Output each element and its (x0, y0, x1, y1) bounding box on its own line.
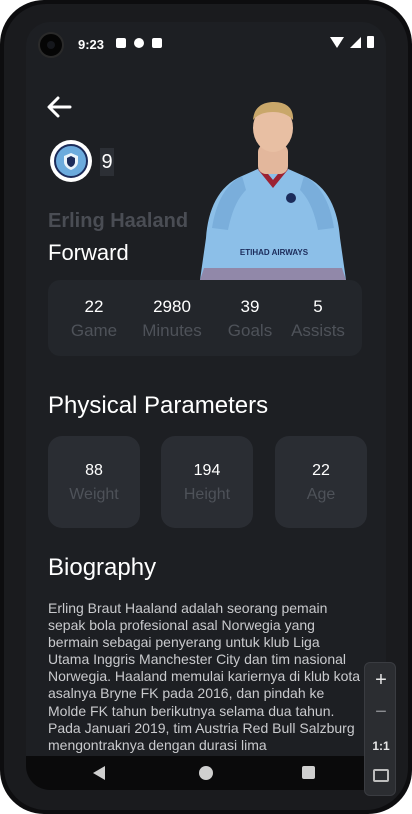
stat-value: 2980 (153, 297, 191, 316)
emulator-zoom-controls: + − 1:1 (364, 662, 396, 796)
biography-text: Erling Braut Haaland adalah seorang pema… (48, 600, 361, 753)
back-arrow-icon[interactable] (46, 96, 76, 122)
zoom-in-button[interactable]: + (365, 669, 397, 692)
param-label: Age (306, 486, 336, 503)
nav-recents-icon[interactable] (302, 766, 315, 779)
sd-card-icon (152, 38, 162, 48)
param-weight: 88 Weight (48, 436, 140, 528)
battery-icon (367, 36, 374, 48)
stat-assists: 5 Assists (284, 296, 352, 342)
biography-title: Biography (48, 554, 157, 581)
zoom-actual-size-button[interactable]: 1:1 (365, 739, 397, 753)
camera-cutout (38, 32, 64, 58)
player-position: Forward (48, 240, 129, 265)
phone-frame: 9:23 9 Erling Haaland Forward ETIHAD AIR… (0, 0, 412, 814)
param-label: Height (183, 486, 231, 503)
system-nav-bar (26, 756, 386, 790)
player-name: Erling Haaland (48, 210, 189, 232)
nav-back-icon[interactable] (93, 766, 105, 780)
player-photo: ETIHAD AIRWAYS (198, 98, 348, 280)
stat-value: 39 (240, 297, 260, 316)
param-value: 194 (193, 462, 221, 479)
crest-emblem (54, 144, 88, 178)
app-screen: 9:23 9 Erling Haaland Forward ETIHAD AIR… (26, 22, 386, 790)
status-icons (330, 36, 374, 48)
stats-card: 22 Game 2980 Minutes 39 Goals 5 Assists (48, 280, 362, 356)
cell-signal-icon (350, 36, 361, 48)
param-value: 88 (85, 462, 103, 479)
physical-parameters-title: Physical Parameters (48, 392, 269, 419)
status-time: 9:23 (78, 37, 105, 52)
stat-value: 22 (84, 297, 104, 316)
jersey-number: 9 (100, 148, 114, 176)
param-height: 194 Height (161, 436, 253, 528)
stat-label: Minutes (142, 321, 202, 340)
notification-a-icon (116, 38, 126, 48)
status-bar: 9:23 (26, 22, 386, 62)
param-value: 22 (312, 462, 330, 479)
zoom-out-button[interactable]: − (365, 701, 397, 724)
zoom-fit-icon[interactable] (373, 769, 389, 782)
wifi-icon (330, 36, 344, 48)
club-crest-logo (50, 140, 92, 182)
notification-p-icon (134, 38, 144, 48)
stat-value: 5 (313, 297, 323, 316)
stat-games: 22 Game (58, 296, 130, 342)
param-age: 22 Age (275, 436, 367, 528)
stat-label: Goals (227, 321, 273, 340)
stat-label: Assists (291, 321, 345, 340)
stat-goals: 39 Goals (216, 296, 284, 342)
shirt-sponsor: ETIHAD AIRWAYS (239, 248, 309, 257)
stat-minutes: 2980 Minutes (136, 296, 208, 342)
param-label: Weight (69, 486, 119, 503)
stat-label: Game (70, 321, 118, 340)
nav-home-icon[interactable] (199, 766, 213, 780)
